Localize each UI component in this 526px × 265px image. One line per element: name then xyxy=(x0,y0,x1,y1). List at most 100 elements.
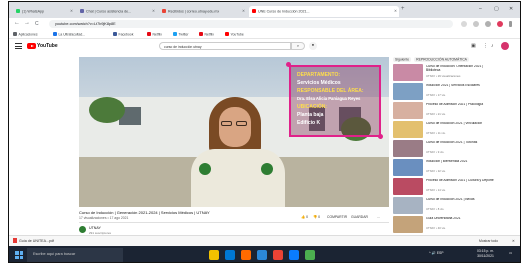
recommended-video[interactable]: Curso de Inducción: Orientación 2021 | B… xyxy=(393,64,517,81)
overlay-value: Planta baja xyxy=(297,112,324,118)
search-icon: ⌕ xyxy=(296,43,300,48)
video-thumbnail[interactable] xyxy=(393,197,423,214)
system-tray[interactable]: ^ 🔊 ESP xyxy=(429,251,443,255)
notifications-icon[interactable]: ▭ xyxy=(509,251,512,255)
video-thumbnail[interactable] xyxy=(393,64,423,81)
close-download-bar-button[interactable]: ✕ xyxy=(512,239,515,243)
recommended-video-title[interactable]: Proceso de Admisión 2021 | Psicología xyxy=(426,103,496,107)
back-button[interactable]: ← xyxy=(14,20,20,26)
recommended-video[interactable]: Inducción | Bienvenida 2021 UTNAY • 32 vi… xyxy=(393,159,517,176)
save-button[interactable]: GUARDAR xyxy=(351,215,368,219)
windows-start-icon[interactable] xyxy=(15,251,23,259)
more-actions-button[interactable]: … xyxy=(377,215,380,219)
close-tab-icon[interactable]: ✕ xyxy=(152,9,155,13)
video-thumbnail[interactable] xyxy=(393,159,423,176)
channel-name[interactable]: UTNAY xyxy=(89,226,101,230)
download-item[interactable]: Guía de UNITEA...pdf xyxy=(13,238,54,243)
taskbar-app-icon[interactable] xyxy=(209,250,219,260)
profile-icon[interactable] xyxy=(485,21,491,27)
extension-icon[interactable] xyxy=(473,21,479,27)
taskbar-app-icon[interactable] xyxy=(289,250,299,260)
account-avatar[interactable] xyxy=(497,21,503,27)
bookmark-item[interactable]: Netflix xyxy=(199,32,214,36)
video-player[interactable]: DEPARTAMENTO: Servicios Médicos RESPONSA… xyxy=(79,57,389,207)
netflix-icon xyxy=(199,32,203,36)
bookmark-item[interactable]: YouTube xyxy=(225,32,244,36)
user-avatar[interactable] xyxy=(501,42,509,50)
channel-avatar[interactable] xyxy=(79,226,86,233)
url-field[interactable]: youtube.com/watch?v=Lt7b9jK8p8E xyxy=(49,20,453,28)
recommended-video[interactable]: Guía Universitaria 2021 UTNAY • 40 vis. xyxy=(393,216,517,233)
share-button[interactable]: COMPARTIR xyxy=(327,215,347,219)
bookmark-item[interactable]: Aplicaciones xyxy=(13,32,38,36)
video-thumbnail[interactable] xyxy=(393,102,423,119)
reload-button[interactable]: C xyxy=(35,21,39,27)
taskbar-app-icon[interactable] xyxy=(241,250,251,260)
taskbar-app-icon[interactable] xyxy=(225,250,235,260)
search-button[interactable]: ⌕ xyxy=(291,42,305,50)
tab-youtube-active[interactable]: UNE Curso de Inducción 2021... ✕ xyxy=(249,6,399,17)
taskbar-app-icon[interactable] xyxy=(305,250,315,260)
show-all-downloads-button[interactable]: Mostrar todo xyxy=(479,239,498,243)
new-tab-button[interactable]: + xyxy=(401,6,405,12)
video-thumbnail[interactable] xyxy=(393,178,423,195)
search-input[interactable]: curso de inducción utnay xyxy=(159,42,291,50)
video-thumbnail[interactable] xyxy=(393,216,423,233)
facebook-icon xyxy=(113,32,117,36)
pdf-icon xyxy=(13,238,17,243)
video-thumbnail[interactable] xyxy=(393,140,423,157)
overlay-label: DEPARTAMENTO: xyxy=(297,72,341,78)
bookmark-item[interactable]: La Ultrafacultad... xyxy=(53,32,85,36)
autoplay-toggle[interactable]: REPRODUCCIÓN AUTOMÁTICA xyxy=(414,56,469,62)
youtube-logo-icon[interactable] xyxy=(27,43,36,49)
recommended-video[interactable]: Curso de Inducción 2021 | Tutorías UTNAY … xyxy=(393,140,517,157)
recommended-video[interactable]: Proceso de Admisión 2021 | Psicología UTN… xyxy=(393,102,517,119)
forward-button[interactable]: → xyxy=(24,20,30,26)
recommended-video-title[interactable]: Curso de Inducción 2021 | Tutorías xyxy=(426,141,496,145)
up-next-label: Siguiente xyxy=(393,56,412,62)
bookmark-item[interactable]: Twitter xyxy=(173,32,188,36)
recommended-video-meta: UTNAY • 29 visualizaciones xyxy=(426,74,461,78)
recommended-video-title[interactable]: Inducción | Bienvenida 2021 xyxy=(426,160,496,164)
recommended-video[interactable]: Curso de Inducción 2021 | Vinculación UTN… xyxy=(393,121,517,138)
recommended-video-title[interactable]: Curso de Inducción 2021 | Vinculación xyxy=(426,122,496,126)
recommended-video-title[interactable]: Inducción 2021 | Servicios Escolares xyxy=(426,84,496,88)
close-tab-icon[interactable]: ✕ xyxy=(242,9,245,13)
clock[interactable]: 03:15 p. m. 30/11/2021 xyxy=(477,249,494,258)
recommended-video-title[interactable]: Guía Universitaria 2021 xyxy=(426,217,496,221)
mic-icon[interactable]: ● xyxy=(309,42,317,50)
bookmark-star-icon[interactable] xyxy=(461,21,467,27)
notifications-bell-icon[interactable]: ♪ xyxy=(491,43,494,49)
tab-teams-chat[interactable]: Chat | Curso asistencia de... ✕ xyxy=(77,6,157,17)
recommended-video-title[interactable]: Proceso de Admisión 2021 | Cultura y Dep… xyxy=(426,179,496,183)
close-tab-icon[interactable]: ✕ xyxy=(394,9,397,13)
hamburger-menu-icon[interactable] xyxy=(15,43,22,49)
close-tab-icon[interactable]: ✕ xyxy=(70,9,73,13)
youtube-logo-text[interactable]: YouTube xyxy=(37,43,58,49)
dislike-button[interactable]: 👎 0 xyxy=(313,215,320,219)
apps-grid-icon[interactable]: ⋮ xyxy=(483,43,488,49)
recommended-video[interactable]: Curso de Inducción 2021 | Becas UTNAY • 8… xyxy=(393,197,517,214)
recommended-video-title[interactable]: Curso de Inducción: Orientación 2021 | B… xyxy=(426,65,496,72)
recommended-video[interactable]: Inducción 2021 | Servicios Escolares UTNA… xyxy=(393,83,517,100)
recommended-video-meta: UTNAY • 11 vis. xyxy=(426,131,446,135)
tab-mail[interactable]: Recibidos | correo.utnay.edu.mx ✕ xyxy=(159,6,247,17)
overlay-value: Edificio K xyxy=(297,120,321,126)
create-video-icon[interactable]: ▣ xyxy=(471,43,476,49)
bookmark-item[interactable]: Facebook xyxy=(113,32,133,36)
maximize-button[interactable]: ▢ xyxy=(494,6,499,12)
bookmark-item[interactable]: Netflix xyxy=(147,32,162,36)
minimize-button[interactable]: – xyxy=(479,6,482,12)
up-next-header: Siguiente REPRODUCCIÓN AUTOMÁTICA xyxy=(393,56,472,62)
taskbar-app-icon[interactable] xyxy=(257,250,267,260)
recommended-video[interactable]: Proceso de Admisión 2021 | Cultura y Dep… xyxy=(393,178,517,195)
video-thumbnail[interactable] xyxy=(393,83,423,100)
video-thumbnail[interactable] xyxy=(393,121,423,138)
taskbar-search-input[interactable]: Escribe aquí para buscar xyxy=(27,248,123,262)
tab-whatsapp[interactable]: (1) WhatsApp ✕ xyxy=(13,6,75,17)
more-menu-icon[interactable] xyxy=(509,21,512,27)
close-window-button[interactable]: ✕ xyxy=(509,6,513,12)
like-button[interactable]: 👍 0 xyxy=(301,215,308,219)
taskbar-app-icon[interactable] xyxy=(273,250,283,260)
recommended-video-title[interactable]: Curso de Inducción 2021 | Becas xyxy=(426,198,496,202)
